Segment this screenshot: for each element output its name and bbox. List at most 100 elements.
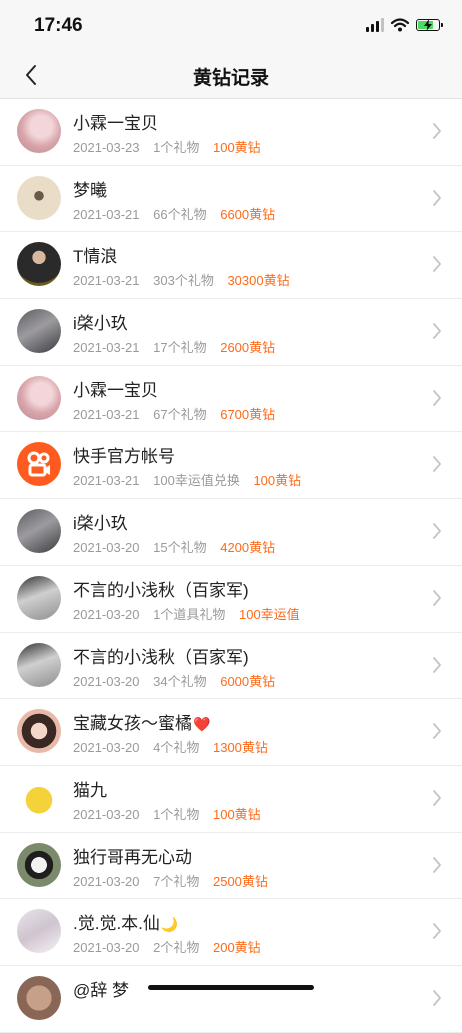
battery-charging-icon xyxy=(416,19,443,31)
home-indicator xyxy=(148,985,314,990)
record-meta: 2021-03-20 7个礼物 2500黄钻 xyxy=(73,871,278,890)
record-row[interactable]: 快手官方帐号 2021-03-21 100幸运值兑换 100黄钻 xyxy=(0,432,462,500)
user-name: 不言的小浅秋（百家军) xyxy=(73,580,249,600)
record-row[interactable]: i棨小玖 2021-03-20 15个礼物 4200黄钻 xyxy=(0,499,462,566)
record-row[interactable]: 梦曦 2021-03-21 66个礼物 6600黄钻 xyxy=(0,166,462,233)
chevron-right-icon xyxy=(433,456,441,473)
user-name: 不言的小浅秋（百家军) xyxy=(73,647,249,667)
diamond-amount: 6700黄钻 xyxy=(220,406,276,422)
gift-count: 2个礼物 xyxy=(153,940,200,956)
avatar[interactable] xyxy=(17,509,61,554)
record-meta: 2021-03-20 4个礼物 1300黄钻 xyxy=(73,737,278,756)
avatar[interactable] xyxy=(17,109,61,153)
diamond-amount: 4200黄钻 xyxy=(220,540,276,556)
record-row[interactable]: 小霖一宝贝 2021-03-21 67个礼物 6700黄钻 xyxy=(0,366,462,433)
status-bar: 17:46 xyxy=(0,0,462,52)
record-date: 2021-03-20 xyxy=(73,940,140,956)
record-row[interactable]: 不言的小浅秋（百家军) 2021-03-20 1个道具礼物 100幸运值 xyxy=(0,566,462,633)
signal-icon xyxy=(366,18,384,32)
record-row[interactable]: 小霖一宝贝 2021-03-23 1个礼物 100黄钻 xyxy=(0,99,462,166)
user-name: 梦曦 xyxy=(73,180,107,200)
chevron-right-icon xyxy=(433,323,441,339)
avatar[interactable] xyxy=(17,175,61,220)
diamond-amount: 6600黄钻 xyxy=(220,206,276,222)
avatar[interactable] xyxy=(17,842,61,887)
chevron-right-icon xyxy=(433,189,441,206)
diamond-amount: 2500黄钻 xyxy=(212,873,268,889)
diamond-amount: 200黄钻 xyxy=(212,940,261,956)
avatar[interactable] xyxy=(17,242,61,287)
navigation-bar: 黄钻记录 xyxy=(0,52,462,99)
diamond-amount: 100黄钻 xyxy=(253,473,302,489)
record-meta: 2021-03-20 1个道具礼物 100幸运值 xyxy=(73,604,310,623)
record-date: 2021-03-20 xyxy=(73,740,140,756)
chevron-right-icon xyxy=(433,123,441,139)
avatar[interactable] xyxy=(17,375,61,420)
record-date: 2021-03-20 xyxy=(73,606,140,622)
user-name: 小霖一宝贝 xyxy=(73,114,158,133)
record-date: 2021-03-20 xyxy=(73,873,140,889)
record-row[interactable]: @辞 梦 xyxy=(0,966,462,1033)
avatar[interactable] xyxy=(17,775,61,820)
record-meta: 2021-03-20 2个礼物 200黄钻 xyxy=(73,937,271,956)
gift-count: 66个礼物 xyxy=(153,206,207,222)
avatar[interactable] xyxy=(17,309,61,354)
gift-count: 17个礼物 xyxy=(153,340,207,356)
gift-count: 67个礼物 xyxy=(153,406,207,422)
chevron-right-icon xyxy=(433,256,441,273)
record-row[interactable]: 不言的小浅秋（百家军) 2021-03-20 34个礼物 6000黄钻 xyxy=(0,633,462,700)
user-name: T情浪 xyxy=(73,247,118,267)
diamond-amount: 1300黄钻 xyxy=(212,740,268,756)
avatar[interactable] xyxy=(17,975,61,1020)
record-meta: 2021-03-21 303个礼物 30300黄钻 xyxy=(73,270,300,289)
chevron-right-icon xyxy=(433,856,441,873)
record-date: 2021-03-23 xyxy=(73,140,140,155)
record-meta: 2021-03-21 66个礼物 6600黄钻 xyxy=(73,204,285,223)
gift-count: 34个礼物 xyxy=(153,673,207,689)
record-date: 2021-03-21 xyxy=(73,340,140,356)
record-meta: 2021-03-21 100幸运值兑换 100黄钻 xyxy=(73,470,311,489)
user-name: @辞 梦 xyxy=(73,980,129,1000)
record-date: 2021-03-21 xyxy=(73,273,140,289)
avatar[interactable] xyxy=(17,909,61,954)
user-name: 快手官方帐号 xyxy=(73,447,175,467)
record-list: 小霖一宝贝 2021-03-23 1个礼物 100黄钻 梦曦 2021-03-2… xyxy=(0,99,462,1033)
record-date: 2021-03-21 xyxy=(73,406,140,422)
page-title: 黄钻记录 xyxy=(192,68,269,89)
status-time: 17:46 xyxy=(34,15,83,36)
gift-count: 15个礼物 xyxy=(153,540,207,556)
record-row[interactable]: T情浪 2021-03-21 303个礼物 30300黄钻 xyxy=(0,232,462,300)
chevron-right-icon xyxy=(433,923,441,940)
gift-count: 1个道具礼物 xyxy=(153,606,226,622)
record-row[interactable]: i棨小玖 2021-03-21 17个礼物 2600黄钻 xyxy=(0,299,462,366)
record-meta: 2021-03-20 1个礼物 100黄钻 xyxy=(73,804,271,823)
gift-count: 1个礼物 xyxy=(153,140,200,155)
avatar[interactable] xyxy=(17,642,61,687)
gift-count: 303个礼物 xyxy=(153,273,214,289)
user-name: .觉.觉.本.仙🌙 xyxy=(73,914,179,934)
user-name: i棨小玖 xyxy=(73,514,128,534)
user-name: 小霖一宝贝 xyxy=(73,380,158,400)
gift-count: 1个礼物 xyxy=(153,806,200,822)
diamond-amount: 100幸运值 xyxy=(238,606,300,622)
avatar[interactable] xyxy=(17,575,61,620)
record-date: 2021-03-21 xyxy=(73,473,140,489)
gift-count: 7个礼物 xyxy=(153,873,200,889)
chevron-right-icon xyxy=(433,656,441,673)
chevron-right-icon xyxy=(433,589,441,606)
chevron-right-icon xyxy=(433,789,441,806)
gift-count: 100幸运值兑换 xyxy=(153,473,240,489)
chevron-right-icon xyxy=(433,723,441,740)
diamond-amount: 6000黄钻 xyxy=(220,673,276,689)
record-row[interactable]: 猫九 2021-03-20 1个礼物 100黄钻 xyxy=(0,766,462,833)
kuaishou-logo-icon[interactable] xyxy=(17,442,61,487)
record-row[interactable]: .觉.觉.本.仙🌙 2021-03-20 2个礼物 200黄钻 xyxy=(0,899,462,966)
wifi-icon xyxy=(391,18,409,32)
chevron-right-icon xyxy=(433,389,441,406)
diamond-amount: 30300黄钻 xyxy=(227,273,290,289)
record-row[interactable]: 独行哥再无心动 2021-03-20 7个礼物 2500黄钻 xyxy=(0,833,462,900)
diamond-amount: 2600黄钻 xyxy=(220,340,276,356)
record-row[interactable]: 宝藏女孩～蜜橘❤️ 2021-03-20 4个礼物 1300黄钻 xyxy=(0,699,462,766)
user-name: 独行哥再无心动 xyxy=(73,847,192,867)
avatar[interactable] xyxy=(17,709,61,754)
